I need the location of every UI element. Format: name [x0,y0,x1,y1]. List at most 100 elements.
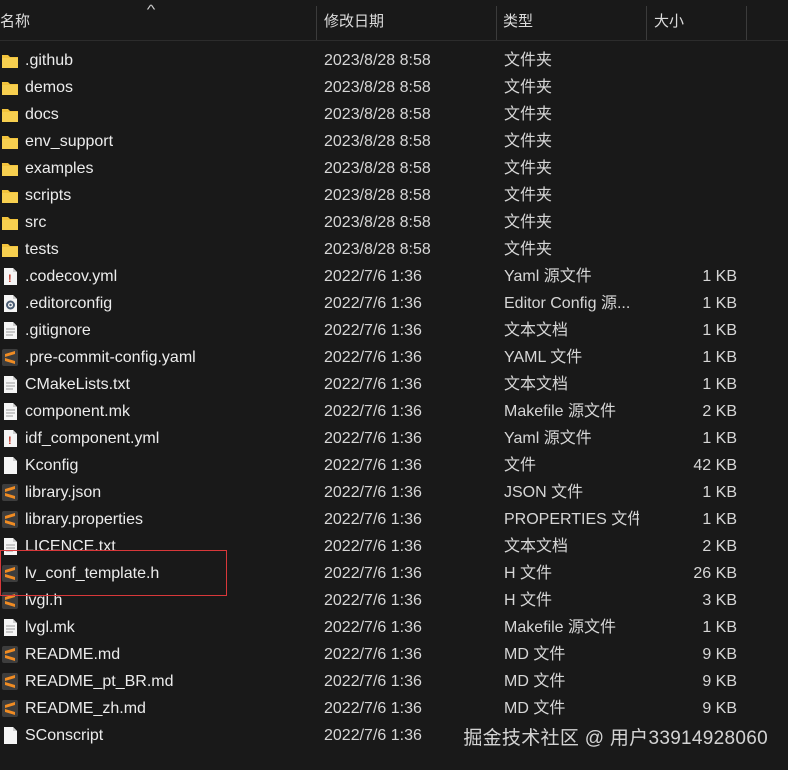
file-name: .codecov.yml [25,268,118,285]
folder-icon [1,213,19,232]
folder-icon [1,105,19,124]
file-row[interactable]: examples 2023/8/28 8:58 文件夹 [0,155,788,182]
file-date: 2022/7/6 1:36 [324,592,422,609]
file-size: 26 KB [693,565,737,582]
file-type: Makefile 源文件 [504,619,617,636]
file-name: scripts [25,187,72,204]
file-size [640,209,737,236]
file-row[interactable]: .gitignore 2022/7/6 1:36 文本文档 1 KB [0,317,788,344]
column-header-date[interactable]: 修改日期 [318,0,496,40]
file-name: LICENCE.txt [25,538,116,555]
file-type: 文本文档 [504,322,569,339]
file-row[interactable]: ! .codecov.yml 2022/7/6 1:36 Yaml 源文件 1 KB [0,263,788,290]
file-size [640,182,737,209]
file-name: .pre-commit-config.yaml [25,349,196,366]
file-size: 1 KB [702,511,737,528]
file-size: 9 KB [702,673,737,690]
file-date: 2023/8/28 8:58 [324,106,431,123]
file-size: 3 KB [702,592,737,609]
file-name: Kconfig [25,457,79,474]
file-date: 2022/7/6 1:36 [324,457,422,474]
file-row[interactable]: scripts 2023/8/28 8:58 文件夹 [0,182,788,209]
file-row[interactable]: lvgl.mk 2022/7/6 1:36 Makefile 源文件 1 KB [0,614,788,641]
file-type: 文件夹 [504,79,553,96]
folder-icon [1,78,19,97]
svg-text:!: ! [8,273,12,285]
column-divider[interactable] [746,6,747,40]
file-date: 2022/7/6 1:36 [324,538,422,555]
file-type: 文件夹 [504,106,553,123]
file-size: 1 KB [702,376,737,393]
file-row[interactable]: component.mk 2022/7/6 1:36 Makefile 源文件 2 K… [0,398,788,425]
file-size: 2 KB [702,403,737,420]
file-date: 2022/7/6 1:36 [324,673,422,690]
file-row[interactable]: CMakeLists.txt 2022/7/6 1:36 文本文档 1 KB [0,371,788,398]
file-name: lv_conf_template.h [25,565,160,582]
file-type: Editor Config 源... [504,295,631,312]
folder-icon [1,186,19,205]
file-name: idf_component.yml [25,430,160,447]
file-size: 1 KB [702,268,737,285]
file-row[interactable]: library.properties 2022/7/6 1:36 PROPERTIE… [0,506,788,533]
file-date: 2022/7/6 1:36 [324,268,422,285]
file-row[interactable]: env_support 2023/8/28 8:58 文件夹 [0,128,788,155]
sublime-file-icon [1,645,19,664]
column-divider[interactable] [316,6,317,40]
config-file-icon [1,294,19,313]
file-size: 1 KB [702,295,737,312]
file-name: .github [25,52,74,69]
sublime-file-icon [1,564,19,583]
file-type: 文本文档 [504,376,569,393]
file-row[interactable]: ! idf_component.yml 2022/7/6 1:36 Yaml 源文件 1… [0,425,788,452]
file-size [640,128,737,155]
file-type: Makefile 源文件 [504,403,617,420]
yaml-file-icon: ! [1,429,19,448]
text-file-icon [1,402,19,421]
file-row[interactable]: library.json 2022/7/6 1:36 JSON 文件 1 KB [0,479,788,506]
file-name: library.json [25,484,102,501]
file-type: JSON 文件 [504,484,584,501]
folder-icon [1,159,19,178]
file-type: MD 文件 [504,646,566,663]
column-header-type[interactable]: 类型 [497,0,647,40]
sublime-file-icon [1,591,19,610]
file-name: .gitignore [25,322,91,339]
file-row[interactable]: docs 2023/8/28 8:58 文件夹 [0,101,788,128]
column-divider[interactable] [646,6,647,40]
file-date: 2023/8/28 8:58 [324,79,431,96]
file-row[interactable]: Kconfig 2022/7/6 1:36 文件 42 KB [0,452,788,479]
file-size [640,74,737,101]
file-size: 1 KB [702,349,737,366]
column-header-size[interactable]: 大小 [648,0,746,40]
file-row[interactable]: src 2023/8/28 8:58 文件夹 [0,209,788,236]
file-row[interactable]: .pre-commit-config.yaml 2022/7/6 1:36 YAML… [0,344,788,371]
text-file-icon [1,321,19,340]
file-type: MD 文件 [504,700,566,717]
file-name: SConscript [25,727,104,744]
file-size: 2 KB [702,538,737,555]
file-row[interactable]: lvgl.h 2022/7/6 1:36 H 文件 3 KB [0,587,788,614]
file-name: tests [25,241,59,258]
file-row[interactable]: tests 2023/8/28 8:58 文件夹 [0,236,788,263]
file-name: lvgl.mk [25,619,75,636]
file-size [640,236,737,263]
file-date: 2022/7/6 1:36 [324,349,422,366]
file-name: .editorconfig [25,295,113,312]
column-header-name[interactable]: 名称 [0,0,316,40]
file-row[interactable]: README_zh.md 2022/7/6 1:36 MD 文件 9 KB [0,695,788,722]
file-row[interactable]: .github 2023/8/28 8:58 文件夹 [0,47,788,74]
file-date: 2023/8/28 8:58 [324,52,431,69]
file-row[interactable]: README_pt_BR.md 2022/7/6 1:36 MD 文件 9 KB [0,668,788,695]
file-row[interactable]: LICENCE.txt 2022/7/6 1:36 文本文档 2 KB [0,533,788,560]
file-row[interactable]: demos 2023/8/28 8:58 文件夹 [0,74,788,101]
file-date: 2023/8/28 8:58 [324,187,431,204]
file-row[interactable]: lv_conf_template.h 2022/7/6 1:36 H 文件 26 KB [0,560,788,587]
file-name: env_support [25,133,114,150]
file-row[interactable]: .editorconfig 2022/7/6 1:36 Editor Config … [0,290,788,317]
file-size: 1 KB [702,484,737,501]
text-file-icon [1,537,19,556]
file-size: 1 KB [702,430,737,447]
file-row[interactable]: README.md 2022/7/6 1:36 MD 文件 9 KB [0,641,788,668]
sublime-file-icon [1,699,19,718]
file-type: 文件夹 [504,187,553,204]
